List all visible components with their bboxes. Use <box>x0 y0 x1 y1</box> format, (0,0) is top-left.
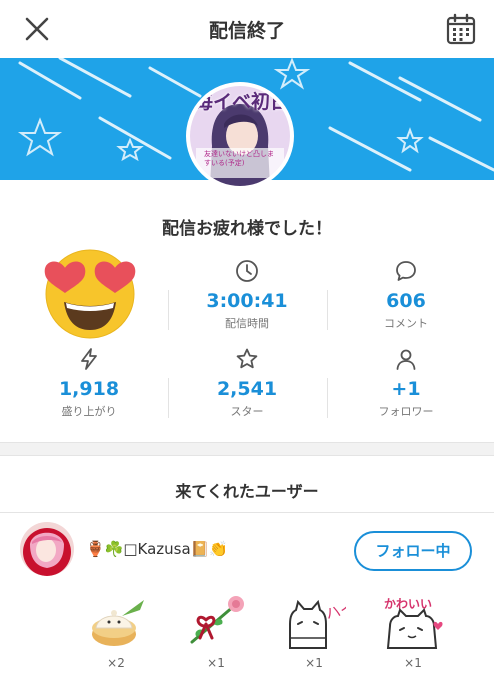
stat-value: +1 <box>391 378 421 400</box>
stat-label: スター <box>230 405 264 418</box>
follow-button[interactable]: フォロー中 <box>354 531 472 571</box>
stat-label: コメント <box>384 317 428 330</box>
divider <box>327 378 328 418</box>
avatar-image <box>20 522 74 576</box>
divider <box>168 290 169 330</box>
star-icon <box>236 348 258 369</box>
cat-kawaii-icon: かわいい <box>384 597 443 649</box>
stat-value: 2,541 <box>216 378 278 400</box>
stat-stars: 2,541 スター <box>167 347 327 419</box>
stat-followers: +1 フォロワー <box>326 347 486 419</box>
gift-count: ×1 <box>404 656 422 670</box>
comment-icon <box>396 261 416 281</box>
heart-eyes-emoji-icon <box>44 249 136 339</box>
visitors-title: 来てくれたユーザー <box>175 482 319 501</box>
user-avatar[interactable] <box>20 522 74 576</box>
stat-label: 盛り上がり <box>61 405 117 418</box>
page-title: 配信終了 <box>208 20 285 42</box>
gift-count: ×1 <box>207 656 225 670</box>
stat-label: フォロワー <box>378 405 434 418</box>
user-name[interactable]: 🏺☘️□Kazusa📔👏 <box>86 540 228 558</box>
avatar-overlay-caption: 友達いないけど凸しますいる(予定) <box>204 150 274 167</box>
stat-label: 配信時間 <box>225 317 269 330</box>
calendar-icon[interactable] <box>446 13 476 45</box>
gift-count: ×1 <box>305 656 323 670</box>
stat-value: 3:00:41 <box>206 290 288 312</box>
rose-icon <box>190 596 244 644</box>
divider <box>0 512 494 513</box>
gift-text: かわいい <box>384 597 432 611</box>
thanks-message: 配信お疲れ様でした！ <box>162 219 332 239</box>
divider <box>327 290 328 330</box>
gift-item: かわいい ×1 <box>378 594 448 670</box>
avatar-overlay-text: 毎イベ初日 <box>194 91 290 113</box>
stat-duration: 3:00:41 配信時間 <box>167 259 327 331</box>
gift-item: ×2 <box>81 594 151 670</box>
lightning-icon <box>81 348 97 370</box>
dumpling-icon <box>92 600 144 646</box>
stat-value: 1,918 <box>58 378 120 400</box>
stat-excitement: 1,918 盛り上がり <box>9 347 169 419</box>
streamer-avatar: 毎イベ初日 友達いないけど凸しますいる(予定) <box>186 82 294 190</box>
top-bar: 配信終了 <box>0 0 494 58</box>
gift-count: ×2 <box>107 656 125 670</box>
stat-comments: 606 コメント <box>326 259 486 331</box>
person-icon <box>396 349 416 370</box>
divider <box>168 378 169 418</box>
section-divider <box>0 442 494 456</box>
stat-value: 606 <box>386 290 426 312</box>
clock-icon <box>236 260 258 282</box>
cat-hai-icon: ハイ! <box>289 597 346 649</box>
gift-text: ハイ! <box>324 597 346 624</box>
gift-item: ハイ! ×1 <box>279 594 349 670</box>
gift-item: ×1 <box>181 594 251 670</box>
